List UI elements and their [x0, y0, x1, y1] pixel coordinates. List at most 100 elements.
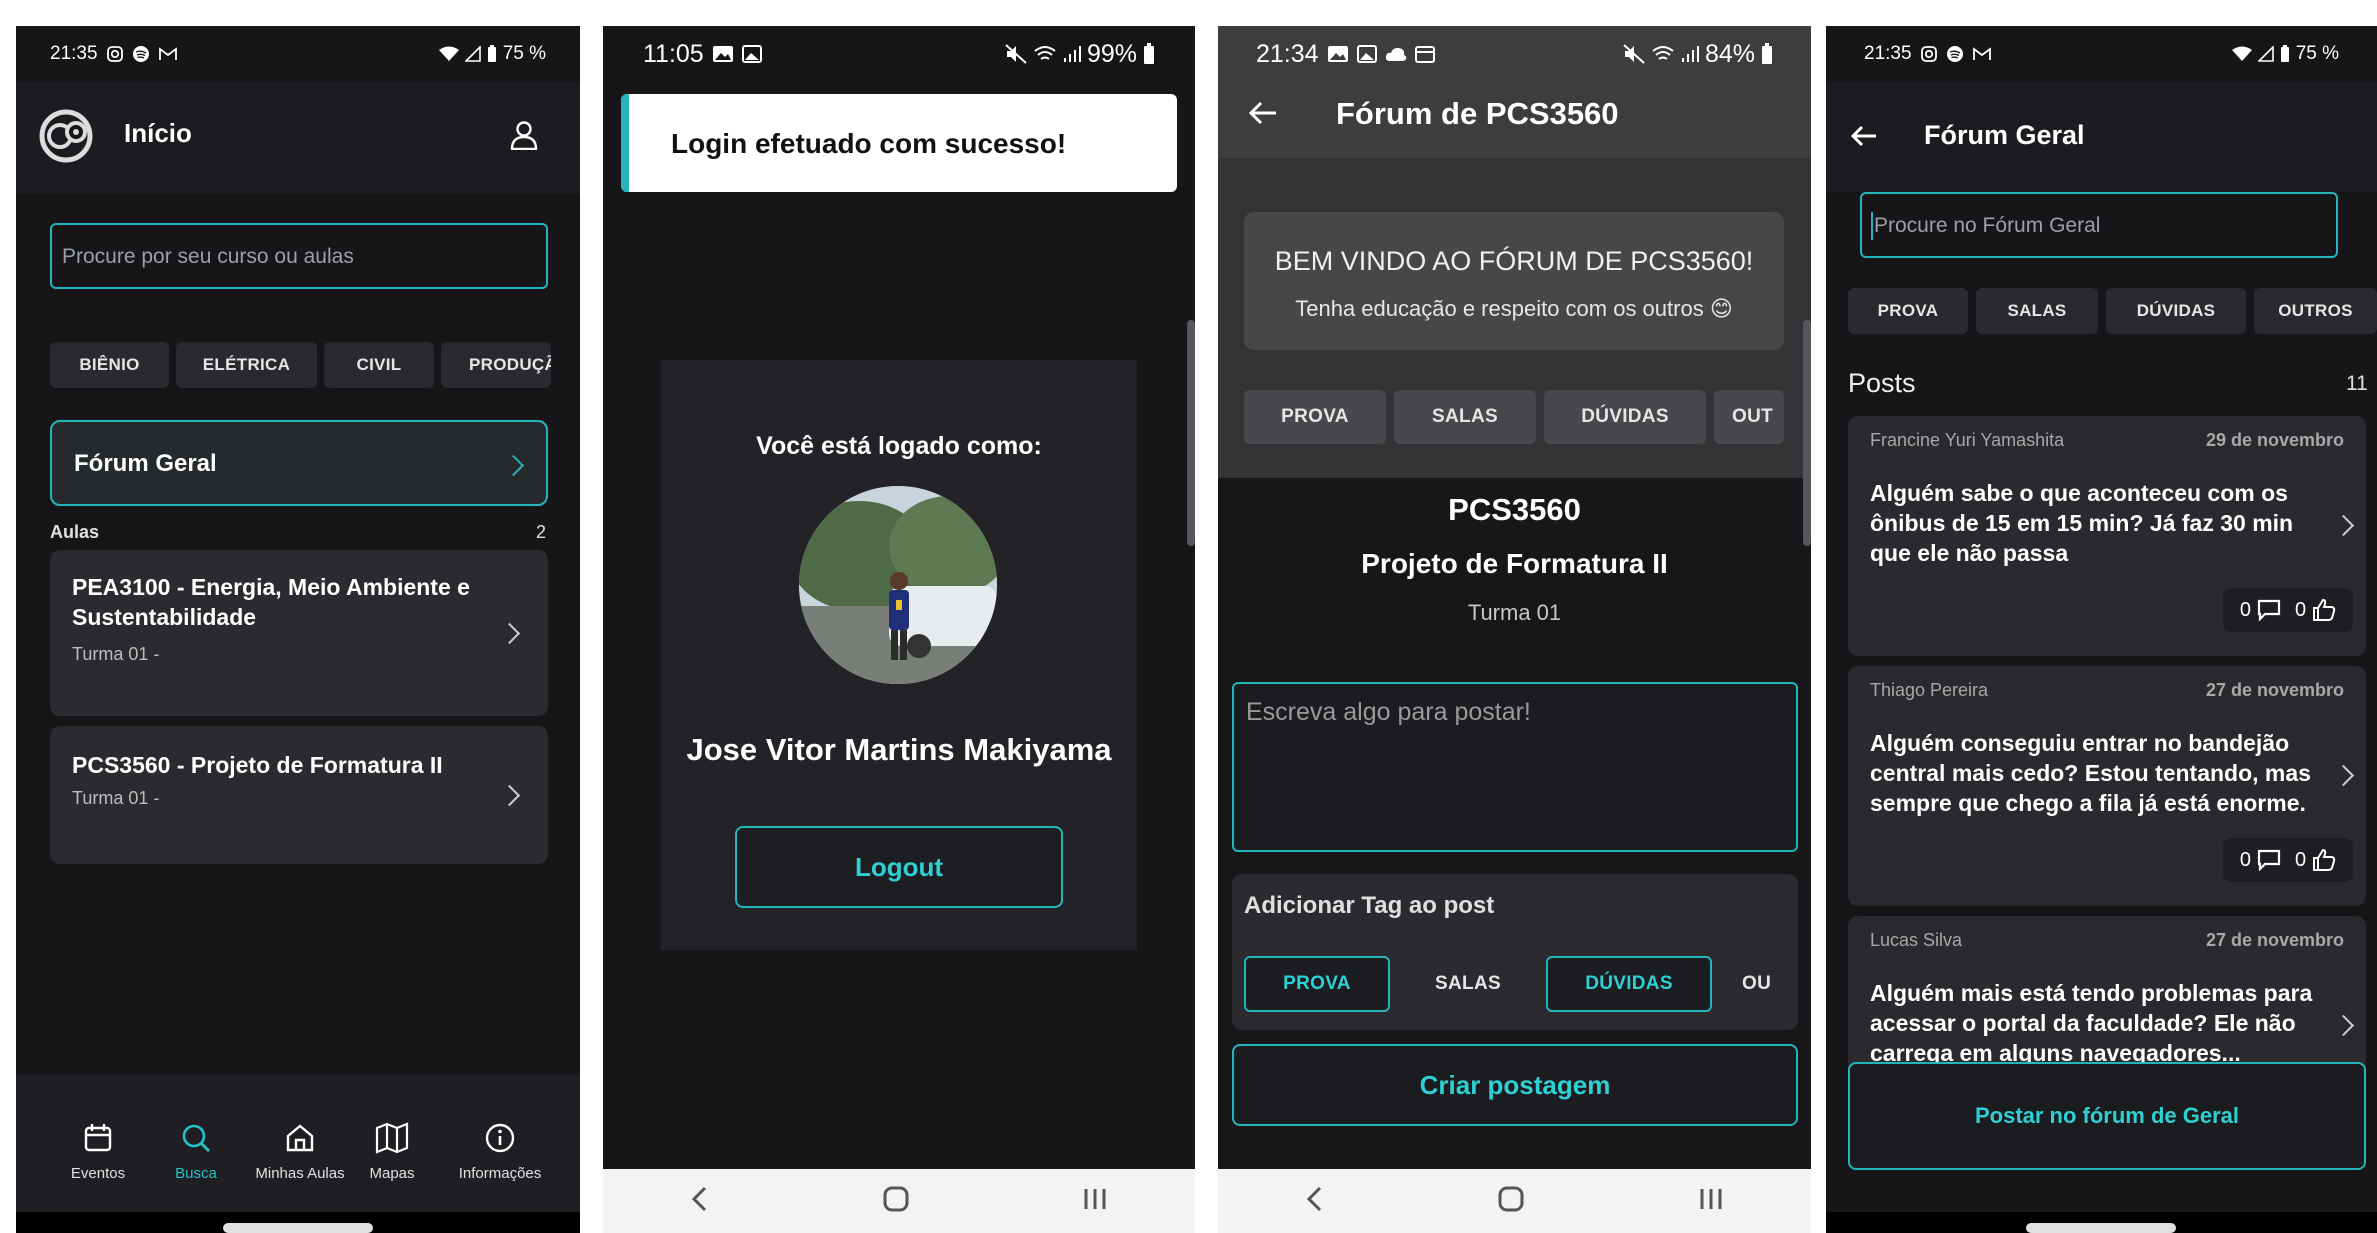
- nav-eventos[interactable]: Eventos: [58, 1122, 138, 1182]
- create-post-button[interactable]: Criar postagem: [1232, 1044, 1798, 1126]
- scrollbar[interactable]: [1187, 320, 1195, 546]
- chevron-right-icon: [2332, 1014, 2355, 1037]
- forum-geral-card[interactable]: Fórum Geral: [50, 420, 548, 506]
- posts-label: Posts: [1848, 368, 1916, 398]
- post-card[interactable]: Thiago Pereira 27 de novembro Alguém con…: [1848, 666, 2366, 906]
- chevron-right-icon: [2332, 514, 2355, 537]
- filter-salas[interactable]: SALAS: [1976, 288, 2098, 334]
- post-textarea[interactable]: Escreva algo para postar!: [1232, 682, 1798, 852]
- like-count: 0: [2295, 598, 2307, 621]
- post-actions: 0 0: [2223, 838, 2353, 882]
- filter-bienio[interactable]: BIÊNIO: [50, 342, 169, 388]
- status-bar: 21:34 84%: [1218, 26, 1811, 82]
- tag-prova[interactable]: PROVA: [1244, 956, 1390, 1012]
- page-title: Fórum Geral: [1924, 120, 2085, 150]
- recents-icon[interactable]: [1081, 1185, 1109, 1218]
- post-date: 27 de novembro: [2205, 930, 2344, 950]
- status-battery: 75 %: [502, 43, 546, 64]
- gmail-icon: [1972, 46, 1992, 62]
- filter-duvidas[interactable]: DÚVIDAS: [1544, 390, 1706, 444]
- filter-prova[interactable]: PROVA: [1244, 390, 1386, 444]
- status-bar: 11:05 99%: [603, 26, 1195, 82]
- screen-home: 21:35 75 % Início Procure por seu curso …: [16, 26, 580, 1233]
- toast: Login efetuado com sucesso!: [621, 94, 1177, 192]
- gallery-icon: [712, 45, 734, 63]
- map-icon: [375, 1122, 409, 1154]
- search-input[interactable]: Procure por seu curso ou aulas: [50, 223, 548, 289]
- class-card[interactable]: PCS3560 - Projeto de Formatura II Turma …: [50, 726, 548, 864]
- spotify-icon: [1946, 45, 1964, 63]
- home-indicator[interactable]: [223, 1223, 373, 1233]
- back-arrow-icon[interactable]: [1248, 100, 1278, 126]
- page-title: Fórum de PCS3560: [1336, 96, 1619, 131]
- app-logo-icon: [38, 108, 98, 164]
- post-card[interactable]: Francine Yuri Yamashita 29 de novembro A…: [1848, 416, 2366, 656]
- nav-busca[interactable]: Busca: [156, 1122, 236, 1182]
- system-nav: [1218, 1169, 1811, 1233]
- welcome-title: BEM VINDO AO FÓRUM DE PCS3560!: [1274, 246, 1754, 276]
- scrollbar[interactable]: [1803, 320, 1811, 546]
- status-time: 21:34: [1256, 39, 1319, 68]
- system-nav: [603, 1169, 1195, 1233]
- back-icon[interactable]: [1304, 1185, 1326, 1218]
- course-code: PCS3560: [1448, 492, 1581, 527]
- home-icon[interactable]: [1497, 1185, 1525, 1218]
- filter-outros[interactable]: OUTROS: [2254, 288, 2377, 334]
- home-icon[interactable]: [882, 1185, 910, 1218]
- signal-icon: [2257, 46, 2274, 62]
- filter-civil[interactable]: CIVIL: [324, 342, 434, 388]
- battery-icon: [1761, 43, 1773, 65]
- filter-outros[interactable]: OUT: [1714, 390, 1784, 444]
- back-arrow-icon[interactable]: [1850, 124, 1878, 148]
- filter-eletrica[interactable]: ELÉTRICA: [176, 342, 317, 388]
- filter-producao[interactable]: PRODUÇÃ: [441, 342, 551, 388]
- post-author: Thiago Pereira: [1870, 680, 1989, 700]
- profile-icon[interactable]: [510, 120, 538, 150]
- status-battery: 99%: [1086, 39, 1137, 68]
- nav-mapas[interactable]: Mapas: [352, 1122, 432, 1182]
- logout-button[interactable]: Logout: [735, 826, 1063, 908]
- tag-salas[interactable]: SALAS: [1398, 956, 1538, 1012]
- tag-outros[interactable]: OU: [1720, 956, 1786, 1012]
- comment-icon[interactable]: [2257, 849, 2281, 871]
- comment-count: 0: [2239, 598, 2251, 621]
- post-placeholder: Escreva algo para postar!: [1246, 698, 1531, 726]
- app-header: Fórum Geral: [1826, 82, 2377, 192]
- aulas-count: 2: [536, 522, 547, 542]
- thumbs-up-icon[interactable]: [2312, 598, 2336, 622]
- post-date: 29 de novembro: [2205, 430, 2344, 450]
- post-author: Lucas Silva: [1870, 930, 1963, 950]
- gmail-icon: [158, 46, 178, 62]
- calendar-icon: [82, 1122, 114, 1154]
- filter-prova[interactable]: PROVA: [1848, 288, 1968, 334]
- page-title: Início: [124, 118, 192, 148]
- class-name: PCS3560 - Projeto de Formatura II: [72, 752, 443, 778]
- filter-duvidas[interactable]: DÚVIDAS: [2106, 288, 2246, 334]
- nav-label: Informações: [458, 1165, 542, 1182]
- course-name: Projeto de Formatura II: [1361, 548, 1668, 579]
- recents-icon[interactable]: [1697, 1185, 1725, 1218]
- tag-panel: Adicionar Tag ao post PROVA SALAS DÚVIDA…: [1232, 874, 1798, 1030]
- image-icon: [741, 45, 762, 63]
- class-card[interactable]: PEA3100 - Energia, Meio Ambiente e Suste…: [50, 550, 548, 716]
- gallery-icon: [1327, 45, 1349, 63]
- post-forum-button[interactable]: Postar no fórum de Geral: [1848, 1062, 2366, 1170]
- search-input[interactable]: Procure no Fórum Geral: [1860, 192, 2338, 258]
- status-time: 21:35: [1864, 43, 1912, 64]
- signal-icon: [464, 46, 481, 62]
- nav-informacoes[interactable]: Informações: [452, 1122, 548, 1182]
- nav-minhas-aulas[interactable]: Minhas Aulas: [250, 1122, 350, 1182]
- comment-icon[interactable]: [2257, 599, 2281, 621]
- thumbs-up-icon[interactable]: [2312, 848, 2336, 872]
- home-indicator[interactable]: [2026, 1223, 2176, 1233]
- tag-duvidas[interactable]: DÚVIDAS: [1546, 956, 1712, 1012]
- filter-salas[interactable]: SALAS: [1394, 390, 1536, 444]
- signal-icon: [1681, 45, 1699, 63]
- back-icon[interactable]: [689, 1185, 711, 1218]
- signal-icon: [1063, 45, 1081, 63]
- screen-login-success: 11:05 99% Login efetuado com sucesso! Vo…: [603, 26, 1195, 1233]
- instagram-icon: [1920, 45, 1938, 63]
- posts-count: 11: [2346, 372, 2368, 395]
- text-cursor: [1871, 212, 1873, 240]
- forum-label: Fórum Geral: [74, 450, 217, 477]
